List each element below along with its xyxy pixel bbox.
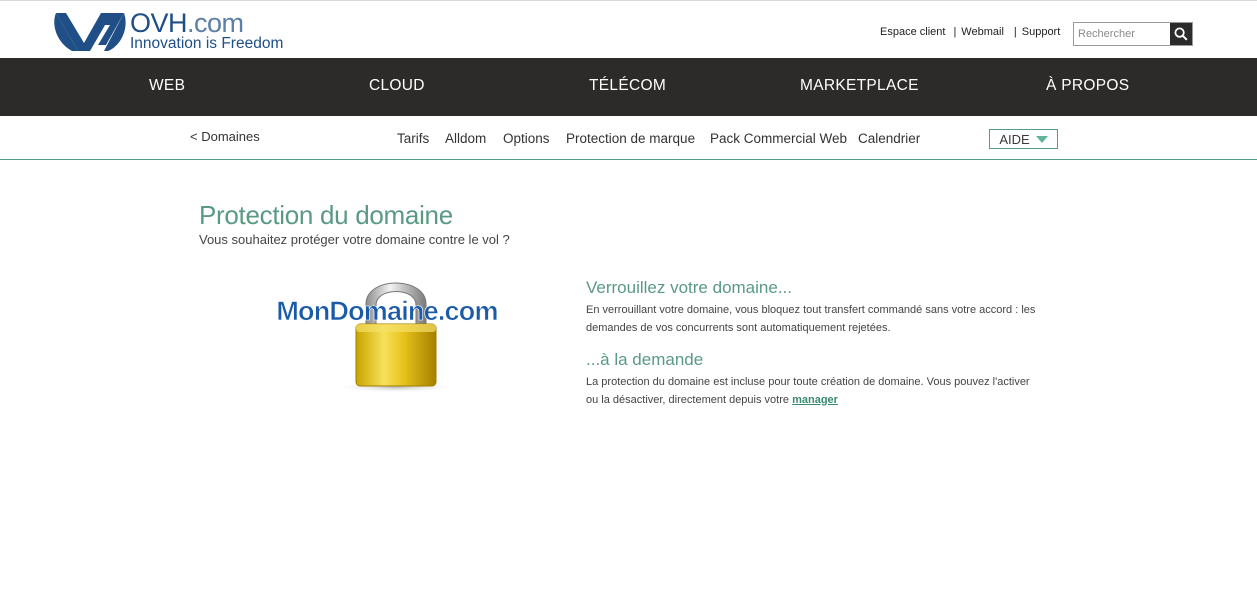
subnav-link-alldom[interactable]: Alldom (445, 131, 486, 146)
nav-item-a-propos[interactable]: À PROPOS (1046, 77, 1129, 95)
search-button[interactable] (1170, 23, 1192, 45)
padlock-body (355, 323, 437, 387)
padlock-domain-illustration: MonDomaine.com (276, 282, 499, 393)
section-on-demand-heading: ...à la demande (586, 350, 704, 369)
illustration-domain-text: MonDomaine.com (276, 296, 497, 326)
subnav-link-protection-de-marque[interactable]: Protection de marque (566, 131, 695, 146)
manager-link[interactable]: manager (792, 394, 838, 406)
aide-label: AIDE (999, 131, 1030, 147)
nav-item-cloud[interactable]: CLOUD (369, 77, 425, 95)
search-input[interactable] (1074, 23, 1170, 45)
nav-item-web[interactable]: WEB (149, 77, 185, 95)
nav-item-marketplace[interactable]: MARKETPLACE (800, 77, 919, 95)
header: OVH.com Innovation is Freedom Espace cli… (0, 1, 1257, 58)
section-on-demand-body: La protection du domaine est incluse pou… (586, 374, 1036, 409)
webmail-link[interactable]: Webmail (961, 26, 1004, 38)
section-lock-body: En verrouillant votre domaine, vous bloq… (586, 304, 1036, 334)
section-lock-heading: Verrouillez votre domaine... (586, 278, 792, 297)
separator: | (1013, 26, 1017, 38)
logo-tagline: Innovation is Freedom (130, 35, 284, 52)
subnav-link-calendrier[interactable]: Calendrier (858, 131, 920, 146)
separator: | (953, 26, 957, 38)
search-box (1073, 22, 1193, 46)
aide-dropdown[interactable]: AIDE (989, 129, 1058, 149)
logo-name: OVH.com (130, 8, 244, 38)
main-nav: WEB CLOUD TÉLÉCOM MARKETPLACE À PROPOS (0, 58, 1257, 116)
ovh-logo-icon (54, 13, 126, 51)
triangle-down-icon (1035, 135, 1048, 143)
search-icon (1174, 27, 1188, 41)
top-links: Espace client | Webmail | Support (880, 26, 1060, 38)
section-lock: Verrouillez votre domaine... En verrouil… (586, 278, 1036, 337)
nav-item-telecom[interactable]: TÉLÉCOM (589, 77, 666, 95)
page-subtitle: Vous souhaitez protéger votre domaine co… (199, 232, 510, 247)
page-title: Protection du domaine (199, 200, 453, 230)
support-link[interactable]: Support (1022, 26, 1061, 38)
espace-client-link[interactable]: Espace client (880, 26, 945, 38)
subnav-link-tarifs[interactable]: Tarifs (397, 131, 429, 146)
back-link-domaines[interactable]: < Domaines (190, 129, 260, 144)
logo-text: OVH.com Innovation is Freedom (130, 9, 283, 52)
section-on-demand: ...à la demande La protection du domaine… (586, 350, 1036, 409)
subnav-link-options[interactable]: Options (503, 131, 550, 146)
subnav-link-pack-commercial-web[interactable]: Pack Commercial Web (710, 131, 847, 146)
sub-nav: < Domaines Tarifs Alldom Options Protect… (0, 116, 1257, 160)
ovh-logo[interactable]: OVH.com Innovation is Freedom (54, 9, 294, 53)
